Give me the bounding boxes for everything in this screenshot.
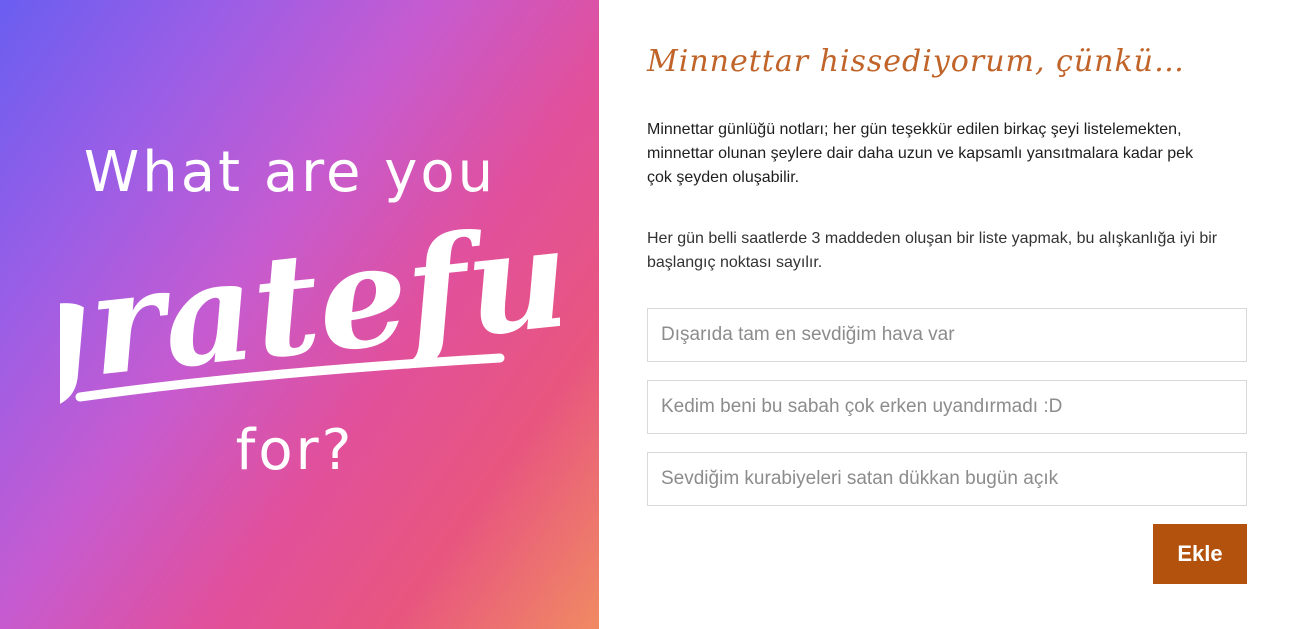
tip-paragraph: Her gün belli saatlerde 3 maddeden oluşa… (647, 230, 1218, 271)
add-button[interactable]: Ekle (1153, 524, 1247, 584)
form-heading: Minnettar hissediyorum, çünkü… (647, 44, 1185, 79)
hero-line-what-are-you: What are you (83, 140, 497, 205)
hero-line-for: for? (235, 418, 355, 483)
gratitude-form: Minnettar hissediyorum, çünkü… Minnettar… (599, 0, 1289, 629)
gratitude-input-1[interactable] (647, 308, 1247, 362)
hero-image: What are you grateful for? (0, 0, 599, 629)
page: What are you grateful for? Minnettar his… (0, 0, 1289, 629)
intro-paragraph: Minnettar günlüğü notları; her gün teşek… (647, 121, 1194, 186)
gratitude-input-2[interactable] (647, 380, 1247, 434)
hero-word-grateful: grateful (60, 222, 560, 419)
gratitude-input-3[interactable] (647, 452, 1247, 506)
